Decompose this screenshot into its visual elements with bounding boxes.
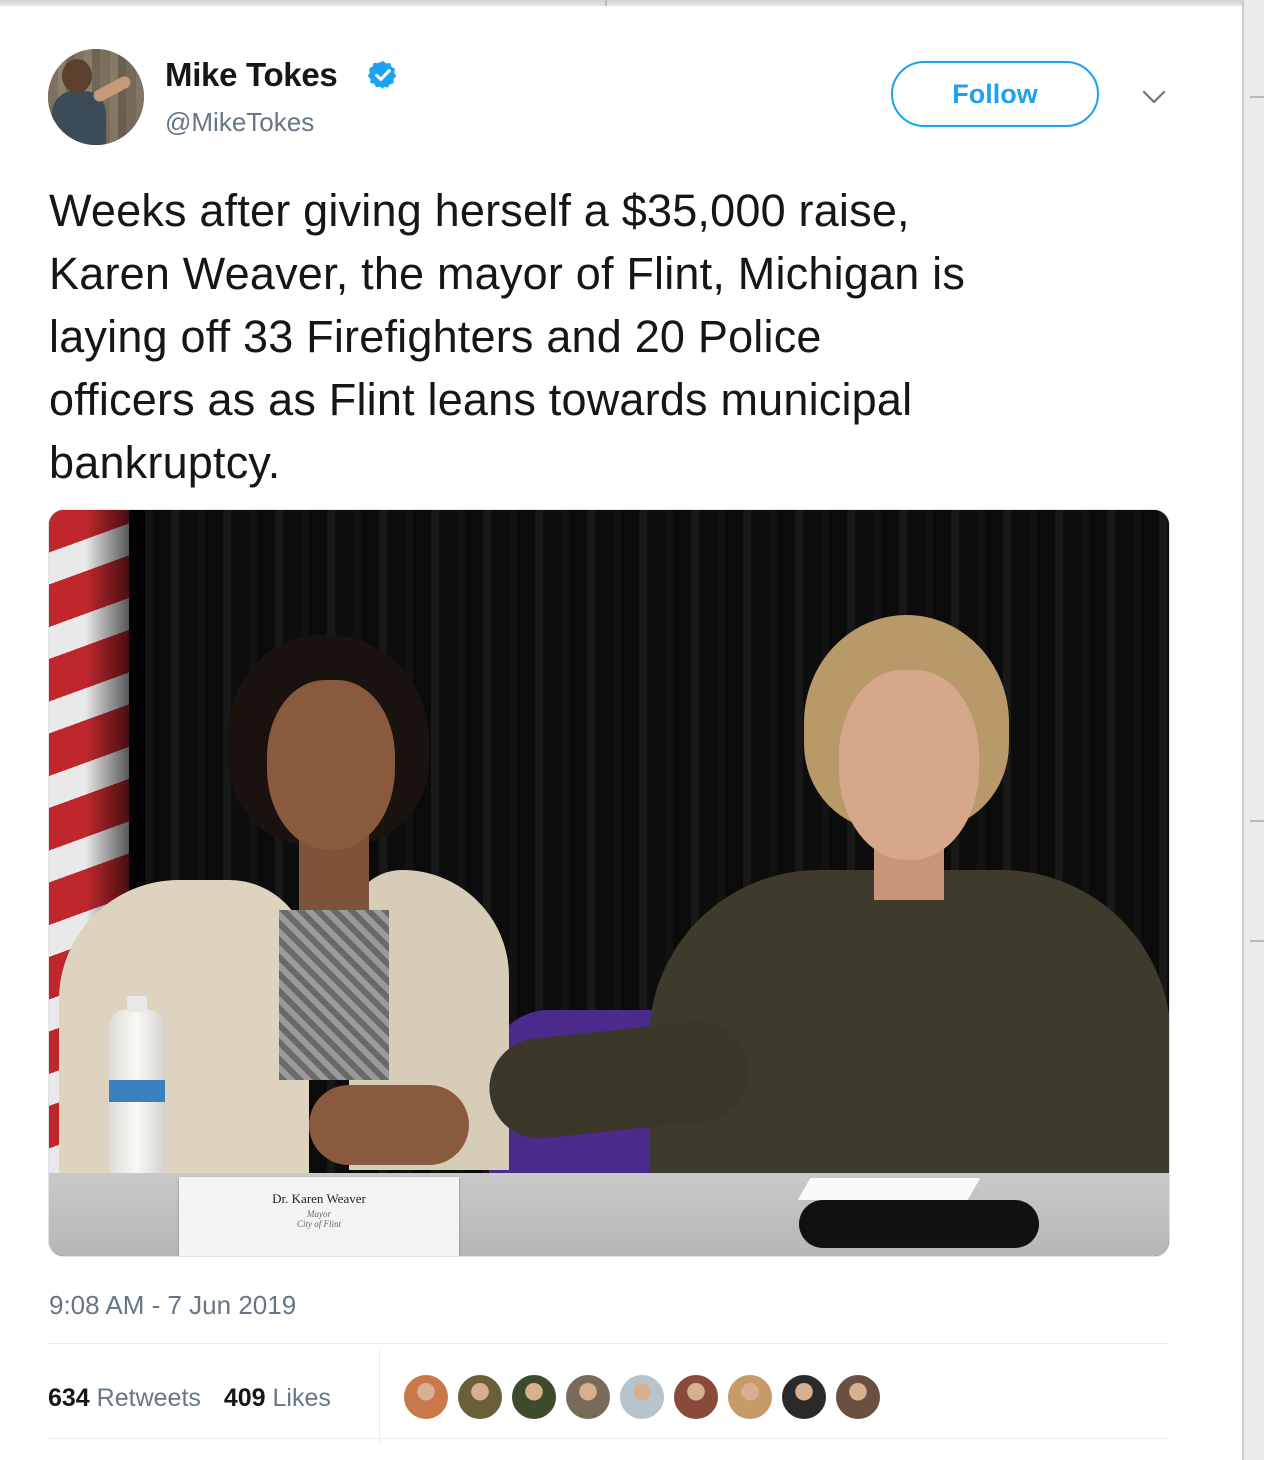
liker-avatar[interactable] — [780, 1373, 828, 1421]
retweets-stat[interactable]: 634 Retweets — [48, 1384, 201, 1412]
liker-avatar[interactable] — [618, 1373, 666, 1421]
tweet-stats: 634 Retweets 409 Likes — [48, 1384, 347, 1413]
follow-button[interactable]: Follow — [891, 61, 1099, 127]
chevron-down-icon[interactable] — [1141, 88, 1167, 106]
liker-avatar[interactable] — [456, 1373, 504, 1421]
photo-water-bottle — [109, 996, 165, 1185]
divider — [48, 1438, 1168, 1439]
author-handle[interactable]: @MikeTokes — [165, 107, 314, 138]
liker-avatar[interactable] — [726, 1373, 774, 1421]
follow-button-label: Follow — [952, 78, 1038, 109]
photo-person-left — [59, 880, 309, 1180]
divider — [48, 1343, 1168, 1344]
photo-notepad — [797, 1178, 981, 1200]
nameplate-subtitle: Mayor City of Flint — [297, 1209, 341, 1229]
liker-avatar[interactable] — [672, 1373, 720, 1421]
photo-microphone — [799, 1200, 1039, 1248]
verified-badge-icon — [367, 61, 397, 89]
liker-avatar[interactable] — [510, 1373, 558, 1421]
liker-avatar[interactable] — [564, 1373, 612, 1421]
photo-nameplate: Dr. Karen Weaver Mayor City of Flint — [179, 1177, 459, 1256]
author-name[interactable]: Mike Tokes — [165, 56, 338, 94]
profile-avatar[interactable] — [48, 49, 144, 145]
tweet-timestamp[interactable]: 9:08 AM - 7 Jun 2019 — [49, 1290, 296, 1321]
liker-avatar[interactable] — [834, 1373, 882, 1421]
liker-avatar[interactable] — [402, 1373, 450, 1421]
tweet-photo[interactable]: Dr. Karen Weaver Mayor City of Flint — [48, 509, 1170, 1257]
window-scroll-edge[interactable] — [1242, 0, 1264, 1460]
tweet-card: Mike Tokes @MikeTokes Follow Weeks after… — [0, 6, 1242, 1460]
stats-separator — [379, 1350, 380, 1444]
tweet-text: Weeks after giving herself a $35,000 rai… — [49, 185, 966, 488]
nameplate-name: Dr. Karen Weaver — [272, 1191, 366, 1206]
likes-stat[interactable]: 409 Likes — [224, 1384, 331, 1412]
